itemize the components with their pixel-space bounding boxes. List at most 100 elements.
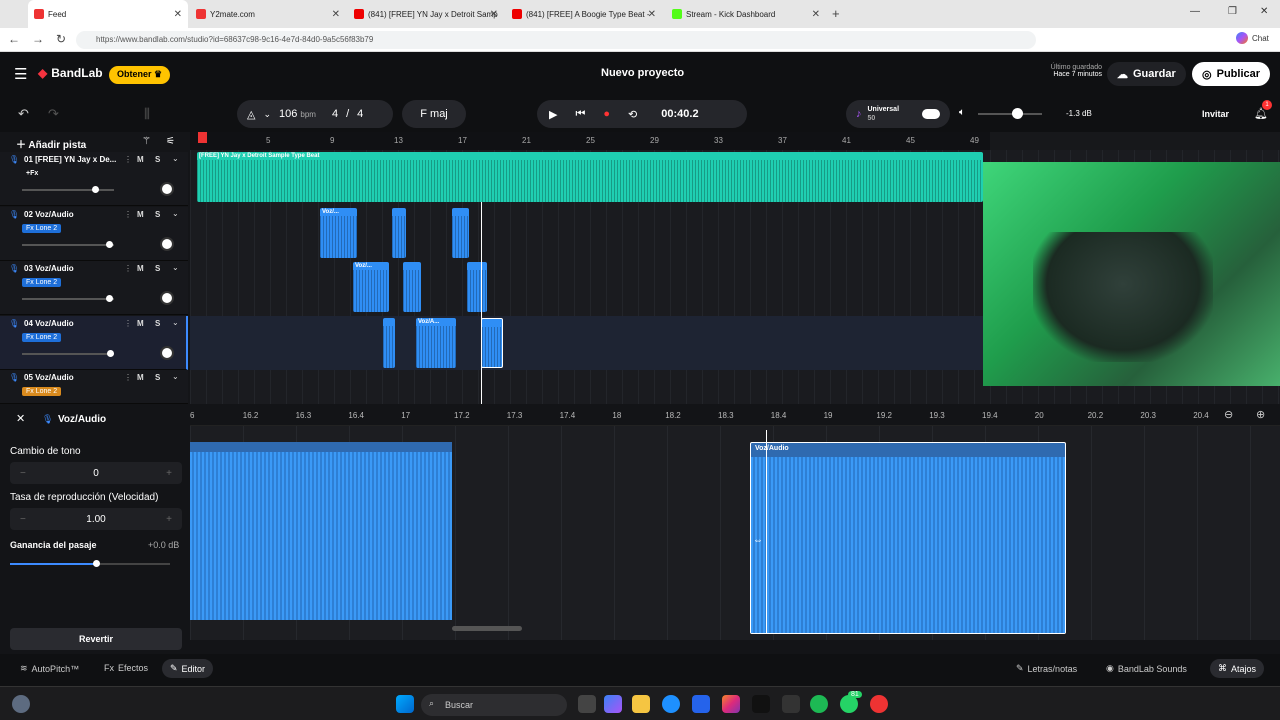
chevron-down-icon[interactable]: ⌄ [172, 372, 179, 381]
time-sig-denominator[interactable]: 4 [357, 108, 363, 120]
browser-tab-youtube-1[interactable]: (841) [FREE] YN Jay x Detroit Samp ✕ [348, 3, 504, 25]
browser-tab-y2mate[interactable]: Y2mate.com ✕ [190, 3, 346, 25]
gain-slider[interactable] [10, 560, 170, 567]
chevron-down-icon[interactable]: ⌄ [172, 318, 179, 327]
settings-sliders-icon[interactable]: ⚟ [166, 136, 175, 147]
copilot-chat-button[interactable]: Chat [1236, 32, 1269, 44]
publish-button[interactable]: ◎ Publicar [1192, 62, 1271, 86]
voz-clip[interactable]: Voz/... [353, 262, 389, 312]
reload-icon[interactable]: ↻ [56, 32, 66, 46]
track-fx-button[interactable]: Fx Lone 2 [22, 278, 62, 287]
close-icon[interactable]: ✕ [812, 9, 820, 20]
chevron-down-icon[interactable]: ⌄ [172, 263, 179, 272]
project-title[interactable]: Nuevo proyecto [601, 67, 684, 79]
close-icon[interactable]: ✕ [490, 9, 498, 20]
track-fx-button[interactable]: Fx Lone 2 [22, 223, 62, 233]
plus-icon[interactable]: + [166, 468, 172, 479]
autopitch-tab[interactable]: ≋ AutoPitch™ [20, 663, 79, 674]
capcut-icon[interactable] [782, 695, 800, 713]
mute-button[interactable]: M [137, 373, 144, 382]
solo-button[interactable]: S [155, 319, 160, 328]
url-input[interactable]: https://www.bandlab.com/studio?id=68637c… [76, 31, 1036, 49]
menu-icon[interactable]: ☰ [14, 65, 27, 83]
close-icon[interactable]: ✕ [332, 9, 340, 20]
bpm-value[interactable]: 106 [279, 108, 297, 120]
new-tab-button[interactable]: + [832, 6, 840, 21]
undo-icon[interactable]: ↶ [18, 106, 29, 122]
more-icon[interactable]: ⋮ [124, 210, 132, 219]
store-icon[interactable] [692, 695, 710, 713]
pan-knob[interactable] [160, 182, 174, 196]
volume-knob[interactable] [92, 186, 100, 193]
windows-start-icon[interactable] [396, 695, 414, 713]
revert-button[interactable]: Revertir [10, 628, 182, 650]
minimize-button[interactable]: — [1190, 6, 1200, 17]
track-fx-button[interactable]: Fx Lone 2 [22, 332, 62, 342]
track-header[interactable]: 🎙︎ 03 Voz/Audio ⋮ M S ⌄ Fx Lone 2 [0, 261, 188, 315]
close-icon[interactable]: ✕ [174, 9, 182, 20]
task-view-icon[interactable] [578, 695, 596, 713]
more-icon[interactable]: ⋮ [124, 264, 132, 273]
loop-start-marker[interactable] [198, 132, 207, 143]
volume-icon[interactable]: 🔈︎ [959, 107, 965, 118]
rate-stepper[interactable]: − 1.00 + [10, 508, 182, 530]
timeline-ruler[interactable]: 15913172125293337414549 [190, 132, 990, 150]
universal-control[interactable]: ♪ Universal 50 [846, 100, 950, 128]
voz-clip[interactable] [452, 208, 469, 258]
browser-tab-feed[interactable]: Feed ✕ [28, 0, 188, 28]
instagram-icon[interactable] [722, 695, 740, 713]
get-premium-button[interactable]: Obtener ♛ [109, 66, 171, 84]
more-icon[interactable]: ⋮ [124, 155, 132, 164]
track-header[interactable]: 🎙︎ 02 Voz/Audio ⋮ M S ⌄ Fx Lone 2 [0, 206, 188, 261]
play-icon[interactable]: ▶ [549, 108, 557, 121]
tempo-timesig-control[interactable]: ◬ ⌄ 106 bpm 4 / 4 [237, 100, 393, 128]
minus-icon[interactable]: − [20, 468, 26, 479]
file-explorer-icon[interactable] [632, 695, 650, 713]
pan-knob[interactable] [160, 236, 174, 251]
back-icon[interactable]: ← [8, 32, 20, 46]
mute-button[interactable]: M [137, 319, 144, 328]
browser-tab-youtube-2[interactable]: (841) [FREE] A Boogie Type Beat - ✕ [506, 3, 662, 25]
track-fx-button[interactable]: +Fx [22, 169, 42, 178]
invite-button[interactable]: Invitar [1202, 109, 1229, 119]
time-sig-numerator[interactable]: 4 [332, 108, 338, 120]
mute-button[interactable]: M [137, 155, 144, 164]
gain-knob[interactable] [93, 560, 101, 567]
master-volume-slider[interactable] [978, 108, 1042, 119]
editor-clip-selected[interactable]: Voz/Audio ⇔ [750, 442, 1066, 634]
tiktok-icon[interactable] [752, 695, 770, 713]
pitch-stepper[interactable]: − 0 + [10, 462, 182, 484]
more-icon[interactable]: ⋮ [124, 319, 132, 328]
lyrics-tab[interactable]: ✎ Letras/notas [1016, 663, 1077, 674]
close-window-button[interactable]: ✕ [1260, 6, 1268, 17]
pan-knob[interactable] [160, 291, 174, 305]
taskbar-search[interactable]: ⌕ Buscar [421, 694, 567, 716]
rate-value[interactable]: 1.00 [86, 514, 105, 525]
editor-tab[interactable]: ✎ Editor [162, 659, 214, 678]
zoom-in-icon[interactable]: ⊕ [1256, 408, 1265, 421]
pitch-value[interactable]: 0 [93, 468, 99, 479]
voz-clip[interactable]: Voz/... [320, 208, 357, 258]
track-header[interactable]: 🎙︎ 05 Voz/Audio ⋮ M S ⌄ Fx Lone 2 [0, 370, 188, 404]
key-selector[interactable]: F maj [402, 100, 466, 128]
track-fx-button[interactable]: Fx Lone 2 [22, 387, 62, 396]
universal-toggle[interactable] [922, 109, 940, 119]
forward-icon[interactable]: → [32, 32, 44, 46]
copilot-taskbar-icon[interactable] [604, 695, 622, 713]
track-name[interactable]: 02 Voz/Audio [24, 210, 74, 219]
volume-knob[interactable] [107, 349, 115, 357]
effects-tab[interactable]: Fx Efectos [104, 663, 148, 673]
redo-icon[interactable]: ↷ [48, 106, 59, 122]
edge-icon[interactable] [662, 695, 680, 713]
track-header[interactable]: 🎙︎ 01 [FREE] YN Jay x De... ⋮ M S ⌄ +Fx [0, 152, 188, 206]
metronome-icon[interactable]: ◬ [247, 108, 255, 121]
track-volume-slider[interactable] [22, 186, 114, 193]
voz-clip-selected[interactable] [481, 318, 503, 368]
solo-button[interactable]: S [155, 210, 160, 219]
bandlab-logo[interactable]: ◆ BandLab [38, 66, 103, 80]
more-icon[interactable]: ⋮ [124, 373, 132, 382]
voz-clip[interactable] [383, 318, 395, 368]
bandlab-sounds-tab[interactable]: ◉ BandLab Sounds [1106, 663, 1187, 674]
track-header[interactable]: 🎙︎ 04 Voz/Audio ⋮ M S ⌄ Fx Lone 2 [0, 315, 188, 370]
voz-clip[interactable]: Voz/A... [416, 318, 456, 368]
